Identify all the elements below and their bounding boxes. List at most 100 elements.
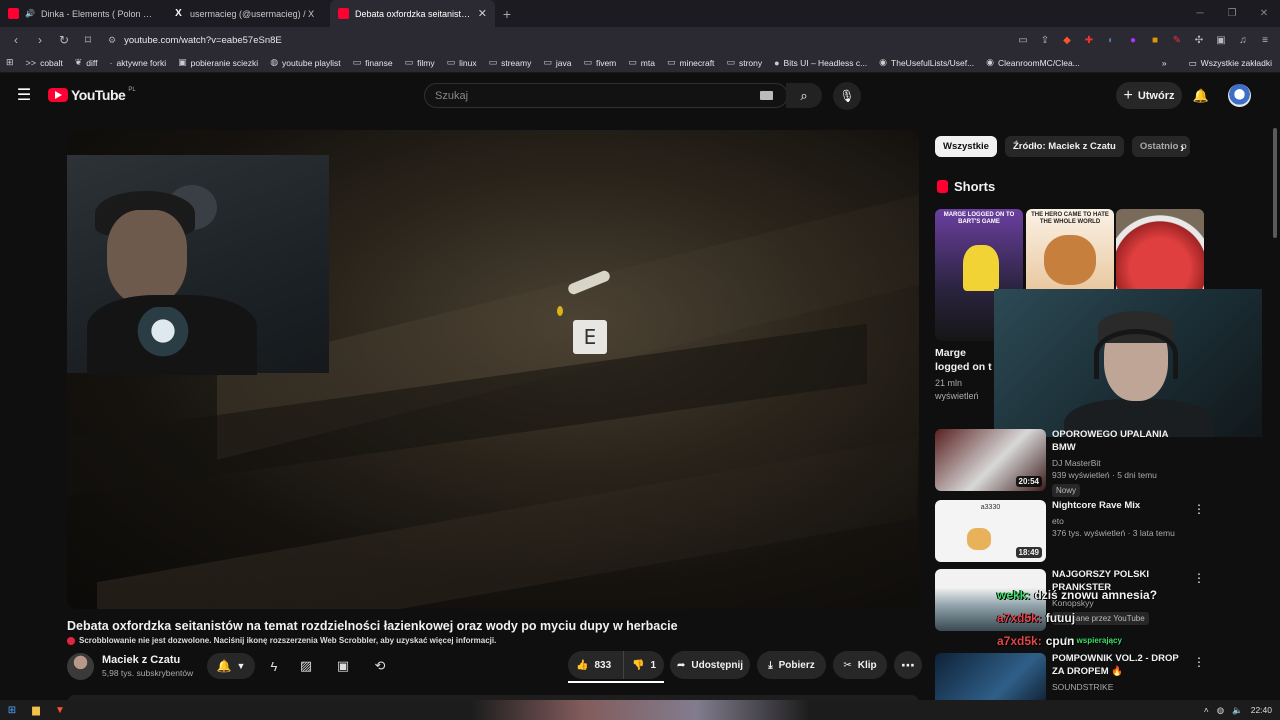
chip-all[interactable]: Wszystkie [935, 136, 997, 157]
keyboard-icon[interactable] [760, 91, 773, 100]
bookmark-item[interactable]: ▭ fivem [583, 57, 616, 68]
chip-source[interactable]: Źródło: Maciek z Czatu [1004, 136, 1124, 157]
bookmark-item[interactable]: ▭ java [543, 57, 571, 68]
thumbs-up-icon: 👍 [576, 659, 589, 671]
search-button[interactable]: ⌕ [786, 83, 822, 108]
recommended-video[interactable]: a3330 18:49 Nightcore Rave Mix eto 376 t… [935, 500, 1205, 562]
thumbnail-text: a3330 [980, 504, 1001, 511]
bookmark-label: aktywne forki [116, 57, 167, 68]
bookmark-item[interactable]: ▭ mta [628, 57, 655, 68]
reader-icon[interactable]: ▭ [1014, 31, 1032, 49]
forward-icon[interactable]: › [30, 30, 50, 50]
bookmark-item[interactable]: ▭ filmy [405, 57, 435, 68]
bookmark-item[interactable]: ◍ youtube playlist [270, 57, 340, 68]
all-bookmarks[interactable]: » ▭ Wszystkie zakładki [1162, 53, 1272, 72]
account-avatar[interactable] [1228, 84, 1251, 107]
bookmark-item[interactable]: ◉ CleanroomMC/Clea... [986, 57, 1080, 68]
rec-title: POMPOWNIK VOL.2 - DROP ZA DROPEM 🔥 [1052, 653, 1179, 677]
address-bar[interactable]: ⚙ youtube.com/watch?v=eabe57eSn8E [102, 29, 1002, 51]
notifications-bell-icon[interactable]: 🔔 [1190, 85, 1212, 107]
share-button[interactable]: ➦ Udostępnij [670, 651, 750, 679]
bookmark-item[interactable]: ▭ streamy [489, 57, 532, 68]
new-badge: Nowy [1052, 483, 1081, 497]
clock[interactable]: 22:40 [1251, 705, 1272, 715]
volume-icon[interactable]: 🔈 [1232, 705, 1243, 716]
image-icon[interactable]: ▨ [295, 656, 317, 676]
chevron-right-icon[interactable]: » [1162, 58, 1167, 68]
recommended-video[interactable]: 20:54 OPOROWEGO UPALANIA BMW DJ MasterBi… [935, 429, 1205, 497]
close-window-icon[interactable]: ✕ [1248, 0, 1280, 27]
video-thumbnail[interactable]: a3330 18:49 [935, 500, 1046, 562]
media-icon[interactable]: ♫ [1234, 31, 1252, 49]
dislike-button[interactable]: 👎 1 [624, 660, 656, 671]
lightning-icon[interactable]: ϟ [263, 656, 285, 676]
short-meta[interactable]: Marge logged on t 21 mln wyświetleń [935, 346, 999, 403]
network-icon[interactable]: ◍ [1217, 705, 1224, 716]
browser-tab-active[interactable]: Debata oxfordzka seitanistów na ✕ [330, 0, 495, 27]
page-scrollbar[interactable] [1272, 118, 1278, 698]
video-player[interactable]: E [67, 130, 919, 609]
chevron-right-icon[interactable]: › [1180, 140, 1184, 155]
start-icon[interactable]: ⊞ [0, 700, 24, 720]
bookmark-item[interactable]: ◉ TheUsefulLists/Usef... [879, 57, 974, 68]
site-info-icon[interactable]: ⚙ [108, 35, 116, 46]
browser-tab[interactable]: 🔊 Dinka - Elements ( Polon Remix ) [0, 0, 165, 27]
folder-icon: ▭ [352, 57, 362, 67]
back-icon[interactable]: ‹ [6, 30, 26, 50]
extension-icon[interactable]: ■ [1146, 31, 1164, 49]
like-button[interactable]: 👍 833 [568, 651, 624, 679]
bookmark-item[interactable]: · aktywne forki [109, 58, 166, 68]
subscribed-notifications-button[interactable]: 🔔 ▼ [207, 653, 255, 679]
sidebar-icon[interactable]: ▣ [1212, 31, 1230, 49]
minimize-icon[interactable]: ─ [1184, 0, 1216, 27]
hamburger-menu-icon[interactable]: ☰ [14, 85, 34, 105]
create-button[interactable]: + Utwórz [1116, 82, 1182, 109]
chevron-down-icon: ▼ [236, 661, 246, 671]
bookmark-item[interactable]: ▭ finanse [353, 57, 393, 68]
search-input[interactable]: Szukaj [424, 83, 788, 108]
reload-icon[interactable]: ↻ [54, 30, 74, 50]
bookmark-item[interactable]: ▣ pobieranie sciezki [178, 57, 258, 68]
bookmark-item[interactable]: >> cobalt [26, 58, 63, 68]
browser-tab[interactable]: X usermacieg (@usermacieg) / X [165, 0, 330, 27]
folder-icon: ▭ [628, 57, 637, 67]
more-options-icon[interactable]: ⋮ [1193, 571, 1205, 585]
loop-icon[interactable]: ⟲ [369, 656, 391, 676]
streamer-webcam-overlay [994, 289, 1262, 437]
bookmark-item[interactable]: ▭ linux [447, 57, 477, 68]
new-tab-button[interactable]: + [495, 0, 519, 27]
puzzle-icon[interactable]: ✣ [1190, 31, 1208, 49]
all-bookmarks-label: Wszystkie zakładki [1200, 58, 1272, 68]
bookmark-icon[interactable]: ⌑ [78, 30, 98, 50]
video-thumbnail[interactable]: 20:54 [935, 429, 1046, 491]
voice-search-button[interactable]: 🎙 [833, 82, 861, 110]
close-tab-icon[interactable]: ✕ [478, 7, 487, 20]
channel-owner[interactable]: Maciek z Czatu 5,98 tys. subskrybentów [67, 652, 193, 680]
more-options-icon[interactable]: ⋮ [1193, 655, 1205, 669]
clip-button[interactable]: ✂ Klip [833, 651, 887, 679]
channel-avatar[interactable] [67, 652, 94, 680]
tray-chevron-icon[interactable]: ˄ [1204, 705, 1209, 715]
file-explorer-icon[interactable]: ▆ [24, 700, 48, 720]
restore-icon[interactable]: ❐ [1216, 0, 1248, 27]
bookmark-item[interactable]: ● Bits UI – Headless c... [774, 58, 867, 68]
youtube-logo[interactable]: YouTube PL [48, 87, 136, 103]
extension-icon[interactable]: ◐ [1102, 31, 1120, 49]
extension-icon[interactable]: ✚ [1080, 31, 1098, 49]
brave-shield-icon[interactable]: ◆ [1058, 31, 1076, 49]
menu-icon[interactable]: ≡ [1256, 31, 1274, 49]
share-icon[interactable]: ⇪ [1036, 31, 1054, 49]
download-button[interactable]: ⤓ Pobierz [757, 651, 826, 679]
more-actions-icon[interactable]: ⋯ [894, 651, 922, 679]
brave-browser-icon[interactable]: ▼ [48, 700, 72, 720]
more-options-icon[interactable]: ⋮ [1193, 502, 1205, 516]
bookmark-item[interactable]: ❦ diff [75, 57, 98, 68]
bookmark-item[interactable]: ▭ strony [726, 57, 762, 68]
speaker-icon[interactable]: 🔊 [25, 9, 35, 18]
extension-icon[interactable]: ● [1124, 31, 1142, 49]
bookmark-item[interactable]: ▭ minecraft [667, 57, 714, 68]
apps-icon[interactable]: ⊞ [6, 57, 14, 68]
extension-icon[interactable]: ✎ [1168, 31, 1186, 49]
miniplayer-icon[interactable]: ▣ [332, 656, 354, 676]
channel-name[interactable]: Maciek z Czatu [102, 654, 193, 666]
